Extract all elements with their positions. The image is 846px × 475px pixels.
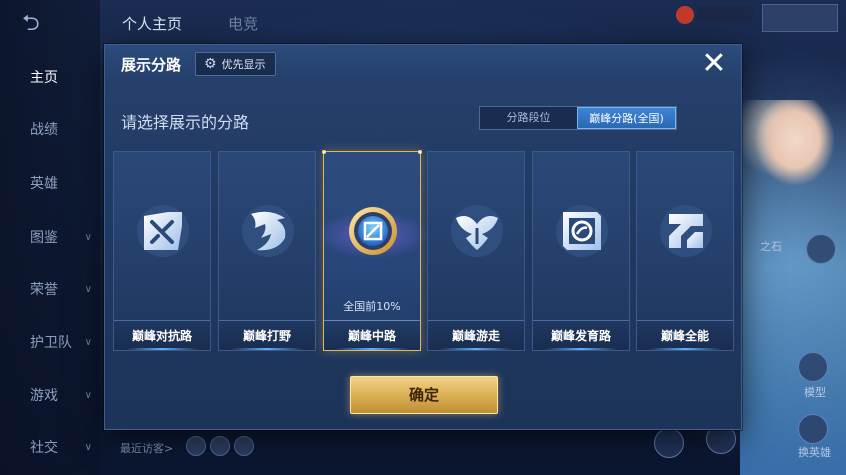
nav-item-label: 主页 — [30, 70, 58, 86]
hero-pose-icon[interactable] — [654, 428, 684, 458]
top-status-bar — [697, 6, 753, 22]
nav-item-home[interactable]: 主页 — [0, 63, 100, 93]
chevron-down-icon: ∨ — [84, 337, 92, 348]
lane-card-bottom[interactable]: 巅峰发育路 — [532, 151, 630, 351]
nav-item-honor[interactable]: 荣誉 ∨ — [0, 275, 100, 305]
nav-item-label: 图鉴 — [30, 230, 58, 246]
left-nav: ⮌ 主页 战绩 英雄 图鉴 ∨ 荣誉 ∨ 护卫队 ∨ 游戏 ∨ 社交 ∨ — [0, 0, 100, 475]
crossed-swords-icon — [137, 205, 189, 257]
lane-card-list: 巅峰对抗路 巅峰打野 全国前10% 巅峰中路 巅峰游走 巅峰发育路 巅峰全能 — [113, 150, 734, 351]
nav-item-game[interactable]: 游戏 ∨ — [0, 381, 100, 411]
nav-item-label: 战绩 — [30, 122, 58, 138]
mid-lane-emblem-icon — [349, 207, 397, 255]
lane-card-label: 巅峰游走 — [428, 320, 524, 350]
lane-mode-segmented-control: 分路段位 巅峰分路(全国) — [479, 106, 677, 130]
priority-display-button[interactable]: ⚙ 优先显示 — [195, 52, 276, 76]
segment-lane-rank[interactable]: 分路段位 — [480, 107, 577, 129]
nav-item-label: 护卫队 — [30, 335, 72, 351]
nav-item-label: 社交 — [30, 440, 58, 456]
hero-skin-illustration — [740, 100, 846, 475]
dialog-header: 展示分路 ⚙ 优先显示 ✕ — [105, 45, 741, 83]
nav-item-label: 荣誉 — [30, 282, 58, 298]
tab-esports[interactable]: 电竞 — [228, 8, 258, 40]
segment-peak-lane-national[interactable]: 巅峰分路(全国) — [577, 107, 676, 129]
nav-item-guard-team[interactable]: 护卫队 ∨ — [0, 328, 100, 358]
chevron-down-icon: ∨ — [84, 442, 92, 453]
visitor-avatar[interactable] — [186, 436, 206, 456]
chevron-down-icon: ∨ — [84, 232, 92, 243]
priority-display-label: 优先显示 — [221, 58, 266, 71]
model-icon[interactable] — [798, 352, 828, 382]
chevron-down-icon: ∨ — [84, 390, 92, 401]
corner-sparkle — [322, 150, 326, 154]
confirm-button[interactable]: 确定 — [350, 376, 498, 414]
nav-item-heroes[interactable]: 英雄 — [0, 169, 100, 199]
lane-card-mid[interactable]: 全国前10% 巅峰中路 — [296, 150, 450, 351]
settings-icon[interactable] — [806, 234, 836, 264]
lane-card-label: 巅峰对抗路 — [114, 320, 210, 350]
top-right-button[interactable] — [762, 4, 838, 32]
tab-profile[interactable]: 个人主页 — [122, 8, 182, 40]
chevron-down-icon: ∨ — [84, 284, 92, 295]
lane-rank-text: 全国前10% — [343, 300, 401, 313]
lane-card-label: 巅峰中路 — [324, 320, 420, 350]
marksman-icon — [556, 205, 608, 257]
all-round-icon — [660, 205, 712, 257]
lane-card-all-round[interactable]: 巅峰全能 — [636, 151, 734, 351]
gear-icon: ⚙ — [204, 56, 217, 72]
dragon-claw-icon — [242, 205, 294, 257]
corner-sparkle — [418, 150, 422, 154]
recent-visitors-link[interactable]: 最近访客> — [120, 440, 173, 456]
lane-card-label: 巅峰打野 — [219, 320, 315, 350]
model-label: 模型 — [804, 386, 826, 399]
change-hero-label: 换英雄 — [798, 446, 831, 459]
lane-card-support[interactable]: 巅峰游走 — [427, 151, 525, 351]
nav-item-record[interactable]: 战绩 — [0, 115, 100, 145]
notification-avatar-icon[interactable] — [676, 6, 694, 24]
nav-item-label: 游戏 — [30, 388, 58, 404]
change-hero-icon[interactable] — [798, 414, 828, 444]
lane-card-label: 巅峰全能 — [637, 320, 733, 350]
lane-display-dialog: 展示分路 ⚙ 优先显示 ✕ 请选择展示的分路 分路段位 巅峰分路(全国) 巅峰对… — [104, 44, 742, 430]
dialog-title: 展示分路 — [121, 56, 182, 74]
lane-card-top[interactable]: 巅峰对抗路 — [113, 151, 211, 351]
visitor-avatar[interactable] — [210, 436, 230, 456]
nav-item-social[interactable]: 社交 ∨ — [0, 433, 100, 463]
nav-item-label: 英雄 — [30, 176, 58, 192]
dialog-subtitle: 请选择展示的分路 — [121, 113, 250, 132]
visitor-avatar[interactable] — [234, 436, 254, 456]
item-label: 之石 — [760, 240, 782, 253]
nav-item-codex[interactable]: 图鉴 ∨ — [0, 223, 100, 253]
wings-icon — [451, 205, 503, 257]
close-icon[interactable]: ✕ — [699, 49, 729, 79]
back-arrow-icon[interactable]: ⮌ — [22, 12, 70, 36]
lane-card-label: 巅峰发育路 — [533, 320, 629, 350]
